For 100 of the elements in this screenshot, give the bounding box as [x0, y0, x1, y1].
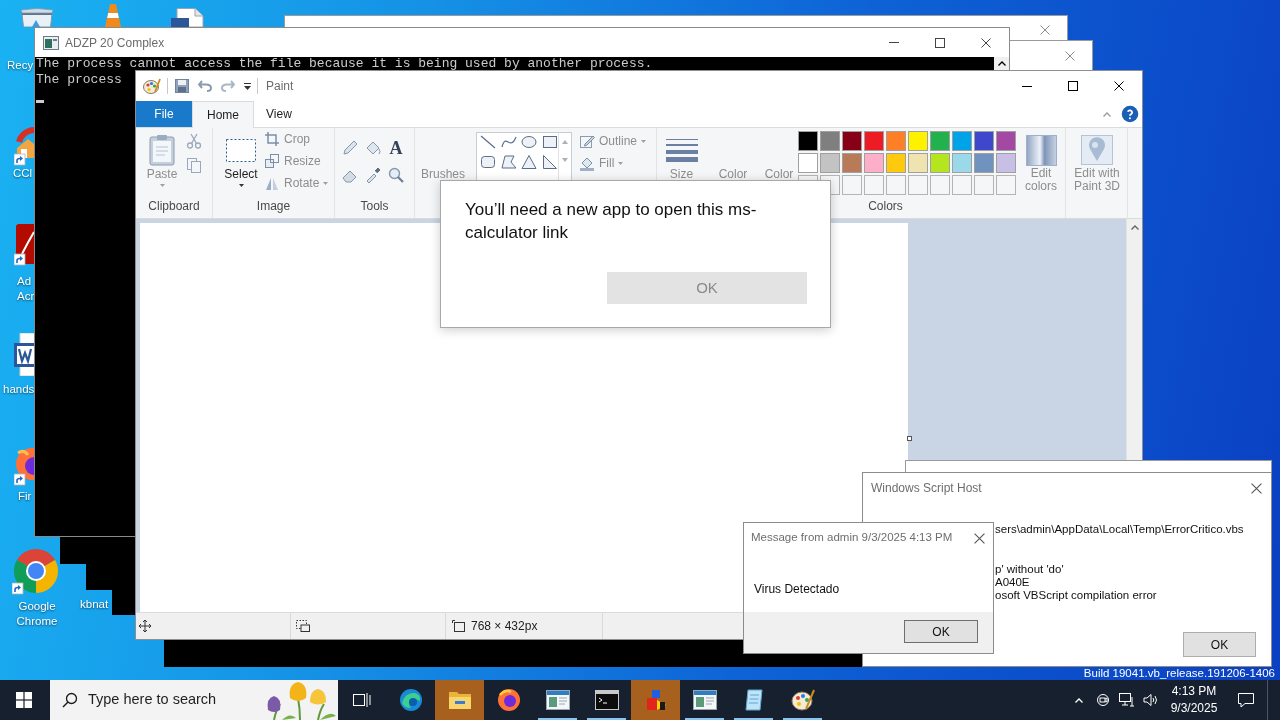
customize-dropdown-icon[interactable] — [244, 82, 251, 90]
close-icon — [1039, 25, 1050, 35]
color-swatch[interactable] — [864, 131, 884, 151]
scroll-up-button[interactable] — [994, 57, 1009, 70]
scissors-icon[interactable] — [186, 133, 202, 149]
search-box[interactable]: Type here to search — [50, 680, 338, 720]
caret-icon — [238, 184, 244, 187]
color-swatch[interactable] — [798, 131, 818, 151]
redo-icon[interactable] — [221, 80, 235, 92]
empty-color-slot[interactable] — [974, 175, 994, 195]
color-swatch[interactable] — [886, 153, 906, 173]
error-text: A040E — [995, 576, 1030, 589]
ribbon-tab[interactable]: View — [254, 101, 304, 127]
pencil-icon[interactable] — [342, 140, 358, 156]
select-button[interactable]: Select — [220, 128, 262, 187]
minimize-icon — [889, 42, 899, 43]
color-swatch[interactable] — [952, 153, 972, 173]
round-browser-logo-icon[interactable] — [12, 547, 60, 595]
scroll-up-arrow-icon[interactable] — [562, 140, 568, 144]
scroll-down-arrow-icon[interactable] — [562, 158, 568, 162]
empty-color-slot[interactable] — [886, 175, 906, 195]
desktop-icon-label[interactable]: Google Chrome — [0, 599, 74, 629]
window-icon — [692, 690, 717, 710]
clock[interactable]: 4:13 PM 9/3/2025 — [1163, 680, 1225, 720]
color-swatch[interactable] — [996, 131, 1016, 151]
color-swatch[interactable] — [842, 153, 862, 173]
search-icon — [62, 692, 78, 708]
empty-color-slot[interactable] — [864, 175, 884, 195]
empty-color-slot[interactable] — [842, 175, 862, 195]
empty-color-slot[interactable] — [930, 175, 950, 195]
gradient-tile-icon — [1025, 134, 1057, 166]
color-swatch[interactable] — [864, 153, 884, 173]
color-swatch[interactable] — [974, 131, 994, 151]
color-swatch[interactable] — [908, 131, 928, 151]
ribbon-group-label: Clipboard — [148, 198, 200, 214]
undo-icon[interactable] — [198, 80, 212, 92]
help-icon[interactable] — [1121, 105, 1139, 123]
color-swatch[interactable] — [908, 153, 928, 173]
right-triangle-shape-icon[interactable] — [541, 154, 558, 170]
empty-color-slot[interactable] — [908, 175, 928, 195]
close-icon — [1250, 482, 1262, 494]
window-icon — [545, 690, 570, 710]
document-icon[interactable] — [169, 8, 205, 27]
resize-handle[interactable] — [907, 436, 912, 441]
desktop-icon-label[interactable]: Recy — [7, 58, 34, 73]
console-output-line: The process cannot access the file because it is being used by another process. — [36, 57, 653, 70]
color-swatch[interactable] — [842, 131, 862, 151]
color-swatch[interactable] — [886, 131, 906, 151]
color-picker-icon[interactable] — [365, 167, 381, 183]
copy-icon[interactable] — [186, 157, 202, 173]
rectangle-shape-icon[interactable] — [541, 134, 558, 150]
size-button[interactable]: Size — [669, 167, 694, 181]
color-swatch[interactable] — [974, 153, 994, 173]
file-tab[interactable]: File — [136, 101, 192, 127]
magnifier-icon[interactable] — [388, 167, 404, 183]
empty-color-slot[interactable] — [952, 175, 972, 195]
oval-shape-icon[interactable] — [521, 134, 537, 150]
brushes-button[interactable]: Brushes — [421, 167, 465, 181]
rounded-rectangle-shape-icon[interactable] — [480, 154, 496, 170]
document-shortcut-icon[interactable] — [14, 224, 34, 268]
ok-button[interactable]: OK — [1183, 632, 1256, 657]
color-swatch[interactable] — [820, 153, 840, 173]
camera-icon — [1096, 693, 1110, 707]
palette-app-icon — [143, 78, 161, 94]
line-size-icon[interactable] — [665, 138, 698, 162]
color-selector-label[interactable]: Color — [718, 167, 748, 181]
color-swatch[interactable] — [930, 153, 950, 173]
desktop-icon-label[interactable]: hands — [3, 382, 35, 397]
curve-shape-icon[interactable] — [500, 134, 517, 150]
edit-colors-button[interactable]: Edit colors — [1019, 128, 1063, 193]
desktop-icon-label[interactable]: CCl — [13, 166, 33, 181]
ribbon-tab[interactable]: Home — [192, 101, 254, 128]
line-shape-icon[interactable] — [480, 134, 496, 150]
text-tool-button[interactable]: A — [388, 140, 404, 156]
color-swatch[interactable] — [798, 153, 818, 173]
desktop-icon-label[interactable]: Ad Acr — [17, 274, 35, 304]
error-text: p' without 'do' — [995, 563, 1064, 576]
desktop-icon-label[interactable]: kbnat — [80, 597, 109, 612]
ok-button[interactable]: OK — [904, 620, 978, 643]
selection-rectangle-icon — [226, 138, 256, 162]
polygon-shape-icon[interactable] — [500, 154, 517, 170]
recycle-bin-icon[interactable] — [18, 8, 56, 27]
color-swatch[interactable] — [930, 131, 950, 151]
paint-3d-button[interactable]: Edit with Paint 3D — [1066, 128, 1128, 193]
color-swatch[interactable] — [996, 153, 1016, 173]
triangle-shape-icon[interactable] — [521, 154, 537, 170]
dialog-title: Windows Script Host — [871, 480, 982, 497]
save-icon[interactable] — [175, 79, 189, 93]
search-input[interactable]: Type here to search — [88, 689, 248, 711]
windows-logo-icon — [16, 692, 32, 708]
color-swatch[interactable] — [820, 131, 840, 151]
close-icon — [981, 37, 991, 48]
caret-icon — [618, 161, 624, 165]
empty-color-slot[interactable] — [996, 175, 1016, 195]
speaker-icon — [1143, 693, 1159, 707]
color-swatch[interactable] — [952, 131, 972, 151]
task-view-icon — [353, 692, 371, 708]
fill-bucket-icon[interactable] — [365, 140, 381, 156]
desktop-icon-label[interactable]: Fir — [18, 489, 32, 504]
color-selector-label[interactable]: Color — [764, 167, 794, 181]
